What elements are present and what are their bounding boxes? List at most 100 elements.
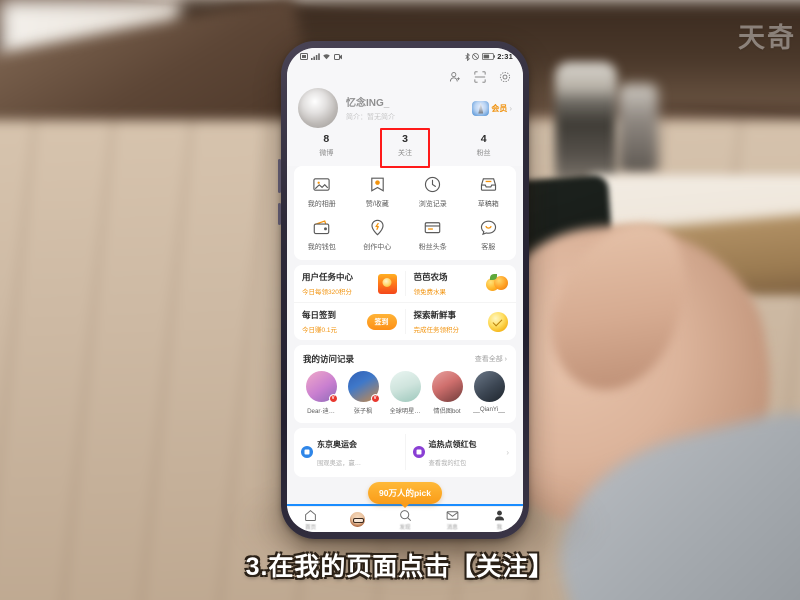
list-item[interactable]: 情侣图bot [426,371,468,415]
grid-item-creator-center[interactable]: 创作中心 [350,218,406,252]
chevron-right-icon: › [506,447,509,457]
promo-row-1: 用户任务中心 今日每领320积分 芭芭农场 领免费水果 [294,265,516,302]
entry-hot-redpacket[interactable]: 追热点领红包 查看我的红包 › [404,434,517,470]
status-bar-left [300,53,342,60]
wallet-icon [313,220,330,235]
grid-item-label: 客服 [481,244,496,251]
photo-album-icon [313,178,330,191]
nav-item-messages[interactable]: 消息 [429,509,476,531]
grid-item-likes-favorites[interactable]: 赞/收藏 [350,175,406,209]
home-icon [305,509,316,521]
list-item-label: Dear·迪… [307,408,335,415]
list-item[interactable]: V Dear·迪… [300,371,342,415]
settings-gear-icon[interactable] [499,71,511,83]
promo-baba-farm[interactable]: 芭芭农场 领免费水果 [404,271,517,296]
profile-stats: 8 微博 3 关注 4 粉丝 [287,128,523,168]
feature-grid-card: 我的相册 赞/收藏 浏览记录 草稿箱 我的钱包 创作中心 粉丝头条 客服 [294,166,516,260]
stat-value: 4 [480,133,487,145]
stat-weibo[interactable]: 8 微博 [287,133,366,158]
entry-title: 东京奥运会 [317,440,357,449]
customer-service-icon [480,220,496,236]
list-item[interactable]: 全球明星… [384,371,426,415]
signal-icon [310,53,320,60]
profile-name: 忆念ING_ [346,98,390,109]
avatar[interactable] [389,371,421,402]
grid-item-label: 粉丝头条 [418,244,447,251]
bottom-entries-card: 东京奥运会 围观奥运，赢… 追热点领红包 查看我的红包 › [294,428,516,477]
volume-button [278,159,281,193]
nav-item-avatar[interactable] [334,511,381,528]
mute-icon [472,53,480,60]
grid-item-browse-history[interactable]: 浏览记录 [405,175,461,209]
battery-icon [481,53,495,60]
promo-subtitle: 完成任务领积分 [413,327,460,334]
screenshot-scene: 天奇 2:31 忆念ING_ 简介：暂无简介 会员 › 8 微博 3 关注 4 … [0,0,800,600]
avatar[interactable] [473,371,505,402]
bottom-entries-row: 东京奥运会 围观奥运，赢… 追热点领红包 查看我的红包 › [294,428,516,477]
promo-subtitle: 今日每领320积分 [302,289,352,296]
avatar[interactable] [431,371,463,402]
visit-records-list: V Dear·迪… V 张子枫 全球明星… 情侣图bot __QianYi__ [294,367,516,423]
olympics-icon [301,446,313,458]
promo-title: 用户任务中心 [302,272,354,282]
bluetooth-icon [465,52,470,61]
power-button [278,203,281,225]
add-friend-icon[interactable] [449,71,461,83]
promo-explore-news[interactable]: 探索新鲜事 完成任务领积分 [404,309,517,334]
promo-text: 用户任务中心 今日每领320积分 [302,271,353,296]
header-actions [287,65,523,85]
view-all-link[interactable]: 查看全部 › [475,354,507,364]
view-all-label: 查看全部 [474,356,503,363]
background-grinder [555,62,617,180]
vip-entry[interactable]: 会员 › [472,100,512,116]
promo-title: 探索新鲜事 [413,310,457,320]
avatar[interactable]: V [305,371,338,403]
promo-art [377,273,397,294]
grid-item-label: 草稿箱 [477,201,499,208]
stat-label: 粉丝 [476,150,491,157]
fruit-icon [486,274,508,293]
sign-in-button[interactable]: 签到 [366,313,397,330]
profile-header[interactable]: 忆念ING_ 简介：暂无简介 会员 › [287,85,523,130]
watermark: 天奇 [738,23,796,53]
avatar[interactable]: V [347,371,380,403]
promo-daily-checkin[interactable]: 每日签到 今日赚0.1元 签到 [294,309,405,334]
profile-text: 忆念ING_ 简介：暂无简介 [346,94,464,122]
list-item[interactable]: V 张子枫 [342,371,384,415]
profile-bio: 简介：暂无简介 [346,114,395,121]
visit-records-title: 我的访问记录 [303,354,355,364]
grid-item-wallet[interactable]: 我的钱包 [294,218,350,252]
avatar[interactable] [298,88,338,128]
nav-item-label: 发现 [399,524,411,531]
promo-user-task-center[interactable]: 用户任务中心 今日每领320积分 [294,271,405,296]
grid-item-photo-album[interactable]: 我的相册 [294,175,350,209]
redpacket-icon [412,446,425,458]
stat-label: 关注 [398,150,412,157]
search-icon [399,509,411,521]
feature-grid: 我的相册 赞/收藏 浏览记录 草稿箱 我的钱包 创作中心 粉丝头条 客服 [294,166,516,260]
promo-text: 每日签到 今日赚0.1元 [302,309,337,334]
nav-item-home[interactable]: 首页 [287,509,334,531]
stat-followers[interactable]: 4 粉丝 [444,133,523,158]
stat-value: 8 [323,133,330,145]
background-grinder-second [618,84,658,174]
qr-scan-icon[interactable] [474,70,486,83]
promo-art [488,311,508,332]
list-item-label: __QianYi__ [472,406,506,413]
list-item[interactable]: __QianYi__ [468,371,510,415]
entry-text: 东京奥运会 围观奥运，赢… [317,434,398,470]
nav-item-profile[interactable]: 我 [476,509,523,531]
stat-following[interactable]: 3 关注 [366,133,445,158]
vip-label: 会员 [491,103,508,113]
entry-tokyo-olympics[interactable]: 东京奥运会 围观奥运，赢… [294,434,405,470]
promo-title: 每日签到 [302,310,337,320]
chevron-right-icon: › [509,103,512,113]
fans-headline-icon [424,222,441,234]
list-item-label: 情侣图bot [433,408,461,415]
grid-item-drafts[interactable]: 草稿箱 [461,175,517,209]
chevron-right-icon: › [504,356,507,363]
grid-item-customer-service[interactable]: 客服 [461,218,517,252]
grid-item-fans-headline[interactable]: 粉丝头条 [405,218,461,252]
nav-item-discover[interactable]: 发现 [381,509,428,531]
nav-item-label: 消息 [446,524,458,531]
